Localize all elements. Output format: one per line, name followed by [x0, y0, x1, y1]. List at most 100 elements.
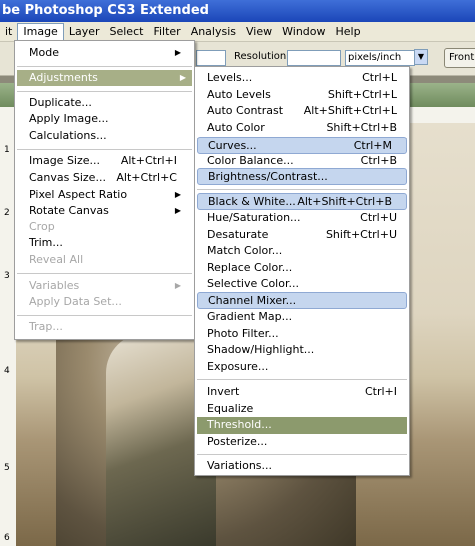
menu-item-shortcut: Alt+Ctrl+C: [116, 171, 177, 184]
menu-item-label: Auto Color: [207, 121, 265, 134]
menu-item-auto-contrast[interactable]: Auto Contrast Alt+Shift+Ctrl+L: [207, 103, 397, 119]
menu-item-label: Duplicate...: [29, 96, 92, 109]
menu-item-channel-mixer[interactable]: Channel Mixer...: [197, 292, 407, 309]
menu-layer[interactable]: Layer: [64, 22, 105, 42]
menu-image[interactable]: Image: [17, 22, 64, 41]
menu-item-label: Curves...: [208, 139, 257, 152]
menu-item-calculations[interactable]: Calculations...: [29, 128, 177, 144]
menu-item-trap: Trap...: [29, 319, 177, 335]
menu-item-pixel-aspect-ratio[interactable]: Pixel Aspect Ratio ▶: [29, 187, 181, 203]
menu-separator: [17, 149, 192, 150]
menu-item-label: Levels...: [207, 71, 253, 84]
menu-item-label: Variations...: [207, 459, 273, 472]
menu-item-image-size[interactable]: Image Size... Alt+Ctrl+I: [29, 153, 177, 169]
menu-item-label: Mode: [29, 46, 59, 59]
menu-item-label: Canvas Size...: [29, 171, 106, 184]
menu-item-auto-levels[interactable]: Auto Levels Shift+Ctrl+L: [207, 87, 397, 103]
submenu-arrow-icon: ▶: [174, 190, 181, 199]
menu-window[interactable]: Window: [277, 22, 330, 42]
menu-help[interactable]: Help: [331, 22, 366, 42]
menu-edit[interactable]: it: [0, 22, 17, 42]
menu-item-variations[interactable]: Variations...: [207, 458, 397, 474]
menu-item-label: Image Size...: [29, 154, 101, 167]
menu-item-auto-color[interactable]: Auto Color Shift+Ctrl+B: [207, 120, 397, 136]
menu-item-rotate-canvas[interactable]: Rotate Canvas ▶: [29, 203, 181, 219]
menu-item-label: Replace Color...: [207, 261, 293, 274]
ruler-mark: 4: [4, 366, 10, 376]
menu-item-label: Gradient Map...: [207, 310, 293, 323]
menu-item-label: Equalize: [207, 402, 254, 415]
menu-item-posterize[interactable]: Posterize...: [207, 434, 397, 450]
menu-item-duplicate[interactable]: Duplicate...: [29, 95, 177, 111]
menu-item-label: Apply Data Set...: [29, 295, 122, 308]
menu-separator: [17, 315, 192, 316]
resolution-units-select[interactable]: pixels/inch: [345, 50, 415, 66]
menu-separator: [197, 454, 407, 455]
resolution-label: Resolution:: [234, 51, 290, 62]
menu-item-invert[interactable]: Invert Ctrl+I: [207, 384, 397, 400]
menu-item-exposure[interactable]: Exposure...: [207, 359, 397, 375]
menu-separator: [17, 273, 192, 274]
menu-item-label: Selective Color...: [207, 277, 299, 290]
menu-item-hue-saturation[interactable]: Hue/Saturation... Ctrl+U: [207, 210, 397, 226]
chevron-down-icon[interactable]: ▼: [414, 49, 428, 65]
menu-select[interactable]: Select: [105, 22, 149, 42]
menu-item-replace-color[interactable]: Replace Color...: [207, 260, 397, 276]
menu-item-apply-image[interactable]: Apply Image...: [29, 111, 177, 127]
menu-item-threshold[interactable]: Threshold...: [197, 417, 407, 434]
menu-item-label: Crop: [29, 220, 55, 233]
menu-item-desaturate[interactable]: Desaturate Shift+Ctrl+U: [207, 227, 397, 243]
menu-view[interactable]: View: [241, 22, 277, 42]
menu-item-color-balance[interactable]: Color Balance... Ctrl+B: [207, 153, 397, 169]
menu-item-match-color[interactable]: Match Color...: [207, 243, 397, 259]
window-title-bar: be Photoshop CS3 Extended: [0, 0, 475, 22]
menu-item-label: Variables: [29, 279, 80, 292]
menu-item-gradient-map[interactable]: Gradient Map...: [207, 309, 397, 325]
menu-item-trim[interactable]: Trim...: [29, 235, 177, 251]
submenu-arrow-icon: ▶: [174, 281, 181, 290]
menu-item-canvas-size[interactable]: Canvas Size... Alt+Ctrl+C: [29, 170, 177, 186]
menu-item-label: Exposure...: [207, 360, 269, 373]
menu-item-apply-data-set: Apply Data Set...: [29, 294, 177, 310]
menu-separator: [197, 189, 407, 190]
menu-item-mode[interactable]: Mode ▶: [29, 45, 181, 61]
menu-separator: [17, 91, 192, 92]
menu-item-photo-filter[interactable]: Photo Filter...: [207, 326, 397, 342]
menu-bar: it Image Layer Select Filter Analysis Vi…: [0, 22, 475, 42]
menu-item-shortcut: Ctrl+M: [353, 139, 392, 152]
menu-filter[interactable]: Filter: [148, 22, 185, 42]
menu-separator: [197, 379, 407, 380]
menu-item-label: Auto Levels: [207, 88, 271, 101]
menu-item-selective-color[interactable]: Selective Color...: [207, 276, 397, 292]
menu-item-shortcut: Ctrl+I: [364, 385, 397, 398]
ruler-mark: 2: [4, 208, 10, 218]
menu-item-label: Rotate Canvas: [29, 204, 109, 217]
menu-item-shortcut: Shift+Ctrl+U: [325, 228, 397, 241]
menu-item-adjustments[interactable]: Adjustments ▶: [17, 70, 192, 86]
menu-item-brightness-contrast[interactable]: Brightness/Contrast...: [197, 168, 407, 185]
menu-item-shortcut: Ctrl+B: [360, 154, 397, 167]
menu-item-curves[interactable]: Curves... Ctrl+M: [197, 137, 407, 154]
menu-item-shadow-highlight[interactable]: Shadow/Highlight...: [207, 342, 397, 358]
menu-item-label: Shadow/Highlight...: [207, 343, 315, 356]
height-field[interactable]: [196, 50, 226, 66]
menu-item-equalize[interactable]: Equalize: [207, 401, 397, 417]
menu-item-shortcut: Alt+Shift+Ctrl+B: [297, 195, 392, 208]
menu-item-label: Photo Filter...: [207, 327, 279, 340]
menu-item-levels[interactable]: Levels... Ctrl+L: [207, 70, 397, 86]
ruler-mark: 6: [4, 533, 10, 543]
menu-item-label: Adjustments: [29, 71, 98, 84]
resolution-input[interactable]: [287, 50, 341, 66]
menu-item-label: Match Color...: [207, 244, 283, 257]
menu-analysis[interactable]: Analysis: [186, 22, 241, 42]
menu-item-shortcut: Shift+Ctrl+B: [326, 121, 397, 134]
front-image-button[interactable]: Front: [444, 48, 475, 68]
menu-item-reveal-all: Reveal All: [29, 252, 177, 268]
menu-item-black-white[interactable]: Black & White... Alt+Shift+Ctrl+B: [197, 193, 407, 210]
menu-item-label: Color Balance...: [207, 154, 294, 167]
menu-item-shortcut: Ctrl+L: [362, 71, 397, 84]
adjustments-submenu: Levels... Ctrl+L Auto Levels Shift+Ctrl+…: [194, 66, 410, 476]
menu-item-label: Invert: [207, 385, 240, 398]
ruler-mark: 3: [4, 271, 10, 281]
menu-item-label: Trim...: [29, 236, 63, 249]
